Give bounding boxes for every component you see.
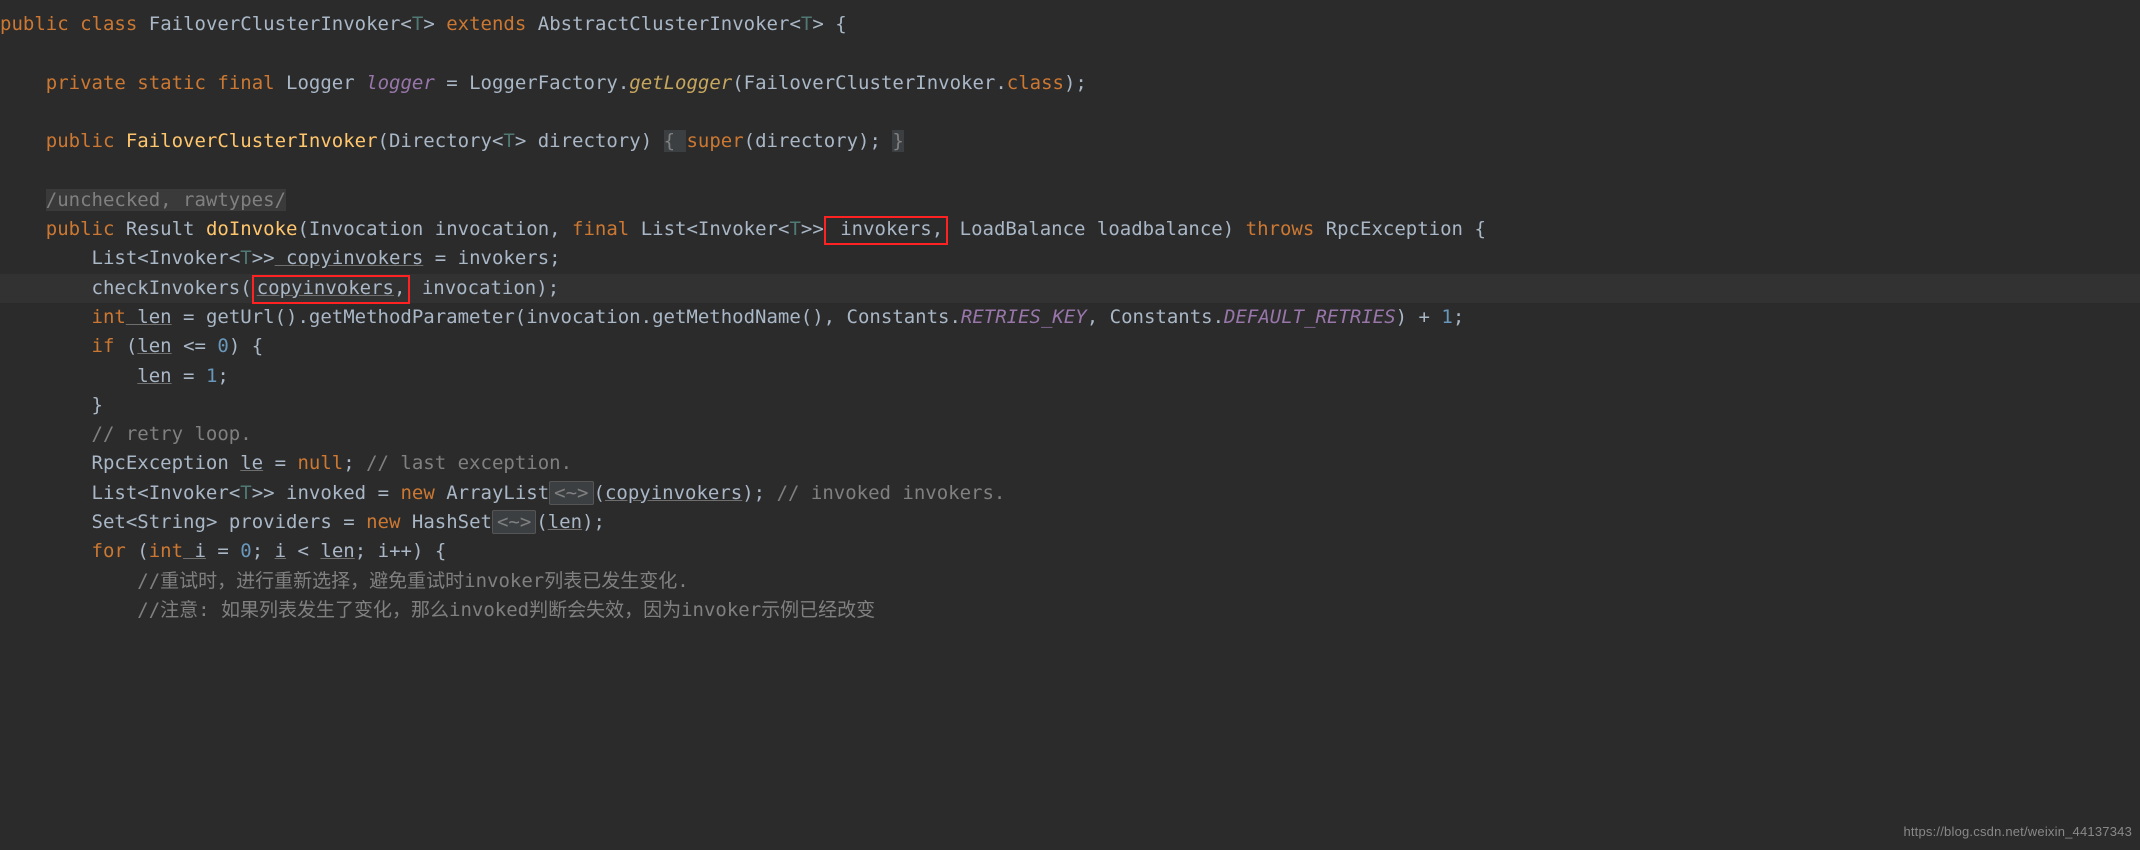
code-line: /unchecked, rawtypes/ bbox=[0, 189, 286, 211]
code-line: public FailoverClusterInvoker(Directory<… bbox=[0, 130, 904, 152]
code-line: for (int i = 0; i < len; i++) { bbox=[0, 540, 446, 562]
class-name: FailoverClusterInvoker bbox=[149, 13, 401, 35]
code-line: private static final Logger logger = Log… bbox=[0, 72, 1087, 94]
code-line: //注意: 如果列表发生了变化，那么invoked判断会失效，因为invoker… bbox=[0, 599, 875, 621]
code-line: len = 1; bbox=[0, 365, 229, 387]
diamond-fold[interactable]: <~> bbox=[549, 481, 593, 505]
current-line: checkInvokers(copyinvokers, invocation); bbox=[0, 274, 2140, 303]
code-line: int len = getUrl().getMethodParameter(in… bbox=[0, 306, 1464, 328]
code-editor[interactable]: public class FailoverClusterInvoker<T> e… bbox=[0, 0, 2140, 625]
folded-annotation[interactable]: /unchecked, rawtypes/ bbox=[46, 189, 286, 211]
doInvoke-method: doInvoke bbox=[206, 218, 298, 240]
code-line: Set<String> providers = new HashSet<~>(l… bbox=[0, 510, 605, 534]
code-line: RpcException le = null; // last exceptio… bbox=[0, 452, 572, 474]
diamond-fold[interactable]: <~> bbox=[492, 510, 536, 534]
code-line: // retry loop. bbox=[0, 423, 252, 445]
code-line: List<Invoker<T>> copyinvokers = invokers… bbox=[0, 247, 561, 269]
keyword-extends: extends bbox=[446, 13, 526, 35]
keyword-class: class bbox=[80, 13, 137, 35]
highlight-copyinvokers: copyinvokers, bbox=[252, 275, 411, 304]
code-line: } bbox=[0, 394, 103, 416]
code-line: public class FailoverClusterInvoker<T> e… bbox=[0, 13, 847, 35]
keyword-public: public bbox=[0, 13, 69, 35]
highlight-invokers: invokers, bbox=[824, 216, 948, 245]
watermark: https://blog.csdn.net/weixin_44137343 bbox=[1903, 817, 2132, 846]
logger-field: logger bbox=[366, 72, 435, 94]
constructor: FailoverClusterInvoker bbox=[126, 130, 378, 152]
code-line: //重试时，进行重新选择，避免重试时invoker列表已发生变化. bbox=[0, 570, 689, 592]
code-line: if (len <= 0) { bbox=[0, 335, 263, 357]
code-line: public Result doInvoke(Invocation invoca… bbox=[0, 216, 1486, 245]
code-line: List<Invoker<T>> invoked = new ArrayList… bbox=[0, 481, 1005, 505]
